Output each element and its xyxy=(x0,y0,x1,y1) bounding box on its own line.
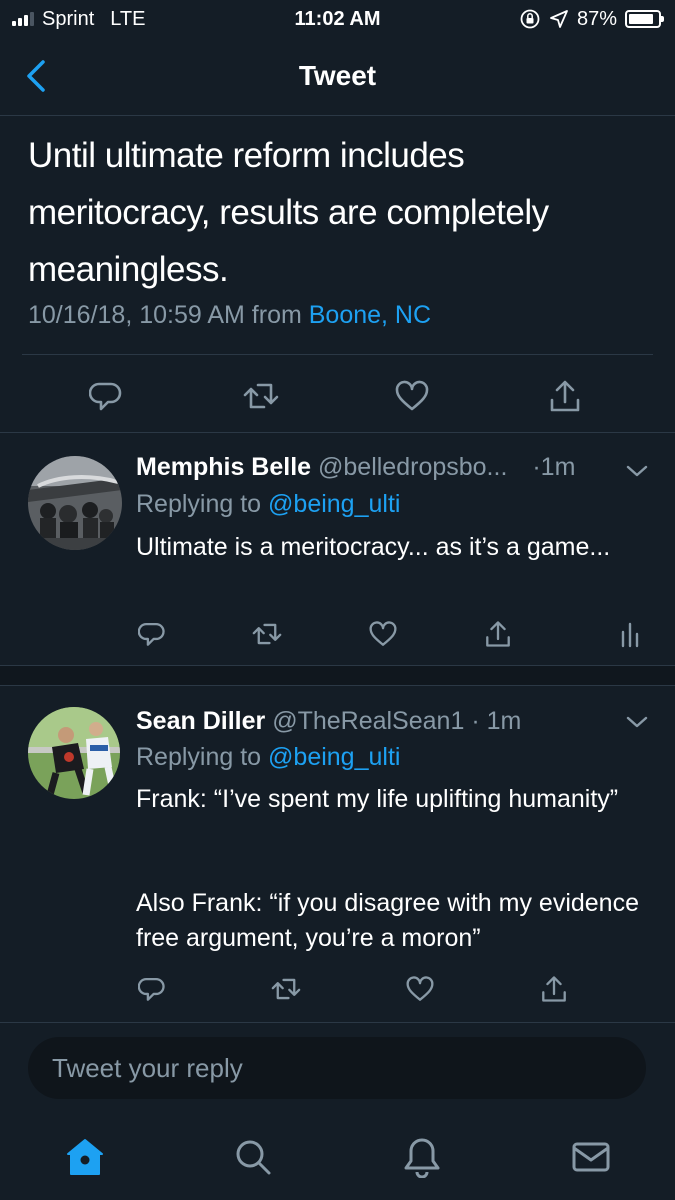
reply-text-paragraph: Frank: “I’ve spent my life uplifting hum… xyxy=(136,785,619,813)
heart-icon xyxy=(369,621,397,646)
reply-header: Sean Diller @TheRealSean1 · 1m xyxy=(136,707,521,736)
user-handle[interactable]: @belledropsbo... xyxy=(318,453,507,481)
main-tweet: Until ultimate reform includes meritocra… xyxy=(0,117,675,433)
tweet-options-button[interactable] xyxy=(622,707,652,737)
retweet-button[interactable] xyxy=(247,614,287,654)
share-icon xyxy=(550,380,580,412)
battery-fill xyxy=(629,14,654,24)
orientation-lock-icon xyxy=(519,8,541,30)
reply-text: Ultimate is a meritocracy... as it’s a g… xyxy=(136,533,611,561)
share-button[interactable] xyxy=(478,614,518,654)
analytics-icon xyxy=(621,622,639,648)
tab-notifications[interactable] xyxy=(397,1132,447,1182)
reply-header: Memphis Belle @belledropsbo... ·1m xyxy=(136,453,575,482)
page-title: Tweet xyxy=(298,60,377,91)
status-right: 87% xyxy=(519,7,664,31)
status-bar: Sprint LTE 11:02 AM 87% xyxy=(0,0,675,38)
reply-actions xyxy=(0,969,675,1009)
tweet-options-button[interactable] xyxy=(622,456,652,486)
network-label: LTE xyxy=(110,7,146,30)
reply-icon xyxy=(89,382,122,411)
divider xyxy=(22,354,653,355)
display-name[interactable]: Sean Diller xyxy=(136,707,265,735)
like-button[interactable] xyxy=(387,371,437,421)
home-icon xyxy=(67,1139,103,1175)
reply-button[interactable] xyxy=(132,969,172,1009)
tab-home[interactable] xyxy=(60,1132,110,1182)
nav-header: Tweet xyxy=(0,38,675,116)
share-icon xyxy=(542,976,566,1002)
reply-text-paragraph: Also Frank: “if you disagree with my evi… xyxy=(136,889,639,952)
reply-button[interactable] xyxy=(81,371,131,421)
tweet-from-label: from xyxy=(251,301,302,329)
battery-percent: 87% xyxy=(576,7,617,30)
tweet-location-link[interactable]: Boone, NC xyxy=(309,301,431,329)
avatar[interactable] xyxy=(28,707,120,799)
tweet-actions xyxy=(0,371,675,421)
tab-bar xyxy=(0,1112,675,1200)
display-name[interactable]: Memphis Belle xyxy=(136,453,311,481)
replying-to: Replying to @being_ulti xyxy=(136,743,400,772)
bell-icon xyxy=(404,1138,440,1178)
analytics-button[interactable] xyxy=(610,614,650,654)
like-button[interactable] xyxy=(400,969,440,1009)
retweet-button[interactable] xyxy=(266,969,306,1009)
mention-link[interactable]: @being_ulti xyxy=(268,743,400,771)
location-arrow-icon xyxy=(549,9,569,29)
chevron-down-icon xyxy=(626,716,648,728)
reply-tweet[interactable]: Memphis Belle @belledropsbo... ·1m Reply… xyxy=(0,434,675,666)
reply-icon xyxy=(138,622,165,646)
chevron-down-icon xyxy=(626,465,648,477)
tab-messages[interactable] xyxy=(566,1132,616,1182)
replying-label: Replying to xyxy=(136,743,262,771)
retweet-button[interactable] xyxy=(236,371,286,421)
status-left: Sprint LTE xyxy=(12,8,145,31)
thread-separator xyxy=(0,666,675,686)
share-icon xyxy=(486,621,510,647)
heart-icon xyxy=(406,976,434,1001)
reply-icon xyxy=(138,977,165,1001)
reply-input[interactable]: Tweet your reply xyxy=(28,1037,646,1099)
reply-time: · 1m xyxy=(471,707,522,735)
tweet-timestamp: 10/16/18, 10:59 AM xyxy=(28,301,245,329)
reply-composer: Tweet your reply xyxy=(0,1022,675,1112)
mail-icon xyxy=(572,1142,610,1172)
retweet-icon xyxy=(243,383,279,409)
retweet-icon xyxy=(271,978,301,1000)
replying-to: Replying to @being_ulti xyxy=(136,490,400,519)
heart-icon xyxy=(395,380,429,411)
reply-tweet[interactable]: Sean Diller @TheRealSean1 · 1m Replying … xyxy=(0,687,675,1022)
user-handle[interactable]: @TheRealSean1 xyxy=(272,707,464,735)
share-button[interactable] xyxy=(534,969,574,1009)
like-button[interactable] xyxy=(363,614,403,654)
retweet-icon xyxy=(252,623,282,645)
carrier-label: Sprint xyxy=(42,7,95,30)
tweet-meta: 10/16/18, 10:59 AM from Boone, NC xyxy=(28,301,431,330)
mention-link[interactable]: @being_ulti xyxy=(268,490,400,518)
share-button[interactable] xyxy=(540,371,590,421)
reply-time: ·1m xyxy=(532,453,576,481)
reply-actions xyxy=(0,614,675,654)
signal-strength-icon xyxy=(12,12,34,26)
tab-search[interactable] xyxy=(228,1132,278,1182)
avatar[interactable] xyxy=(28,456,122,550)
tweet-text: Until ultimate reform includes meritocra… xyxy=(28,136,549,289)
battery-icon xyxy=(625,10,664,28)
reply-button[interactable] xyxy=(132,614,172,654)
search-icon xyxy=(236,1140,271,1175)
replying-label: Replying to xyxy=(136,490,262,518)
